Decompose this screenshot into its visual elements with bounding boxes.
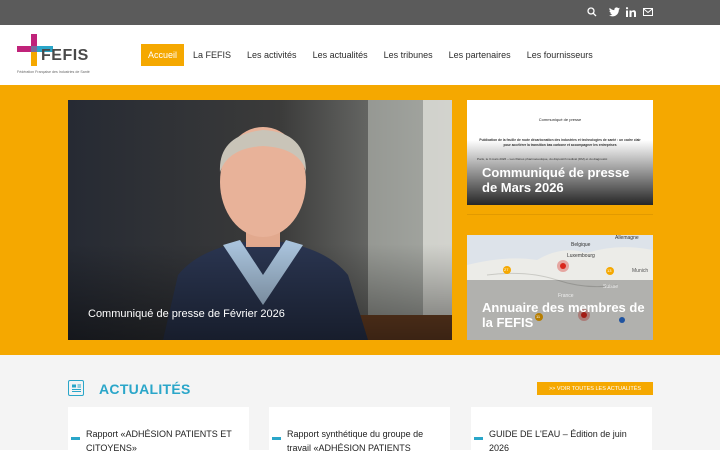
hero-feature-card[interactable]: Communiqué de presse de Février 2026 <box>68 100 452 340</box>
logo-text: FEFIS <box>41 47 89 64</box>
news-card-marker <box>272 437 281 440</box>
press-doc-title: Communiqué de presse <box>538 117 582 122</box>
map-label-suisse: Suisse <box>603 284 619 290</box>
nav-partenaires[interactable]: Les partenaires <box>449 44 511 66</box>
news-card-title: Rapport synthétique du groupe de travail… <box>287 429 424 453</box>
nav-fournisseurs[interactable]: Les fournisseurs <box>527 44 593 66</box>
site-header: FEFIS Fédération Française des Industrie… <box>0 25 720 85</box>
nav-accueil[interactable]: Accueil <box>141 44 185 66</box>
twitter-icon[interactable] <box>608 6 620 18</box>
nav-tribunes[interactable]: Les tribunes <box>384 44 433 66</box>
news-card[interactable]: GUIDE DE L'EAU – Édition de juin 2026 <box>471 407 652 467</box>
see-all-news-button[interactable]: >> VOIR TOUTES LES ACTUALITÉS <box>537 382 653 395</box>
map-label-allemagne: Allemagne <box>615 235 639 241</box>
map-count-1: 27 <box>504 267 509 272</box>
hero-feature-caption: Communiqué de presse de Février 2026 <box>88 308 285 320</box>
hero-section: Communiqué de presse de Février 2026 Com… <box>0 85 720 355</box>
news-section: ACTUALITÉS >> VOIR TOUTES LES ACTUALITÉS… <box>0 355 720 467</box>
news-heading: ACTUALITÉS <box>99 381 191 397</box>
linkedin-icon[interactable] <box>625 6 637 18</box>
nav-la-fefis[interactable]: La FEFIS <box>193 44 231 66</box>
map-label-munich: Munich <box>632 268 649 274</box>
card-divider <box>467 214 653 215</box>
member-directory-card[interactable]: Allemagne Belgique Luxembourg France Sui… <box>467 235 653 340</box>
nav-actualites[interactable]: Les actualités <box>313 44 368 66</box>
mail-icon[interactable] <box>642 6 654 18</box>
news-card-title: GUIDE DE L'EAU – Édition de juin 2026 <box>489 429 627 453</box>
member-directory-caption: Annuaire des membres de la FEFIS <box>482 300 645 330</box>
press-release-card[interactable]: Communiqué de presse Publication de la f… <box>467 100 653 205</box>
news-card[interactable]: Rapport synthétique du groupe de travail… <box>269 407 450 467</box>
map-label-france: France <box>558 293 574 299</box>
news-card-title: Rapport «ADHÉSION PATIENTS ET CITOYENS» <box>86 429 232 453</box>
nav-activites[interactable]: Les activités <box>247 44 297 66</box>
news-card-marker <box>71 437 80 440</box>
logo-tagline: Fédération Française des Industries de S… <box>17 70 90 74</box>
map-label-luxembourg: Luxembourg <box>567 253 595 259</box>
top-bar <box>0 0 720 25</box>
map-label-belgique: Belgique <box>571 242 591 248</box>
news-card-marker <box>474 437 483 440</box>
fefis-logo[interactable]: FEFIS Fédération Française des Industrie… <box>17 33 107 77</box>
search-icon[interactable] <box>586 6 598 18</box>
portrait-photo <box>68 100 452 340</box>
news-card[interactable]: Rapport «ADHÉSION PATIENTS ET CITOYENS» <box>68 407 249 467</box>
main-nav: Accueil La FEFIS Les activités Les actua… <box>141 44 609 66</box>
map-count-2: 13 <box>607 268 612 273</box>
press-card-caption: Communiqué de presse de Mars 2026 <box>482 165 630 195</box>
newspaper-icon <box>68 380 84 396</box>
